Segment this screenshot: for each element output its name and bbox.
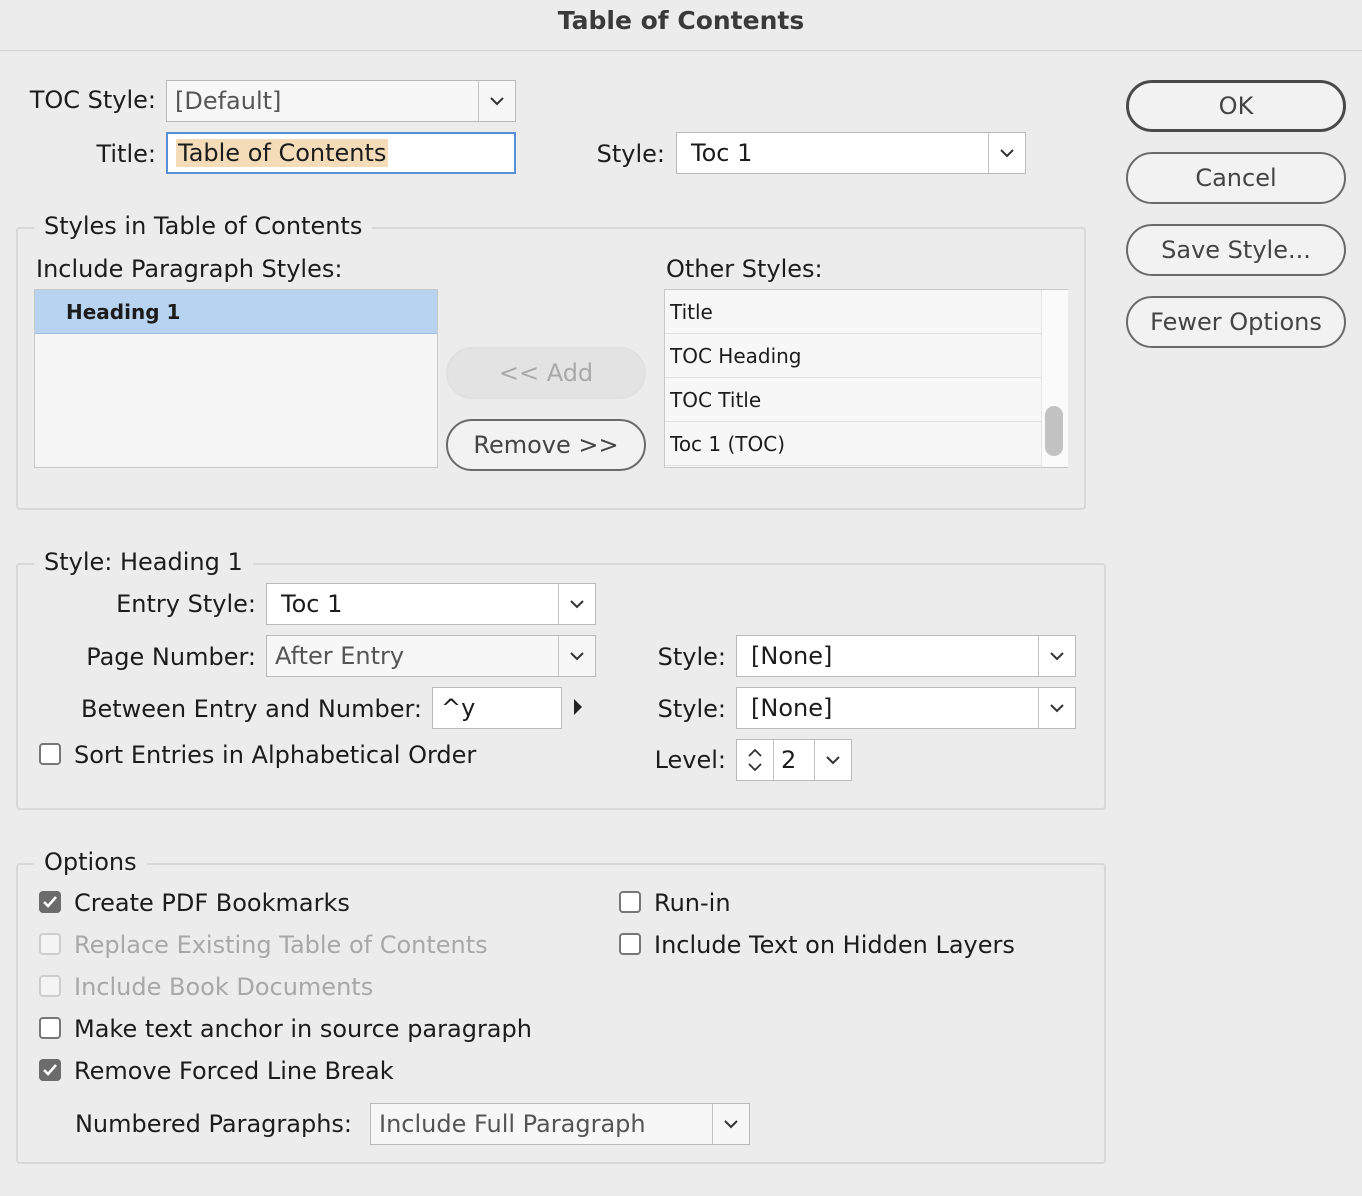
make-text-anchor-label: Make text anchor in source paragraph — [74, 1015, 532, 1043]
chevron-down-icon — [558, 636, 595, 676]
between-style-value: [None] — [751, 694, 833, 722]
include-book-documents-checkbox[interactable] — [39, 975, 61, 997]
toc-style-value: [Default] — [175, 87, 282, 115]
other-style-item-toc-1[interactable]: Toc 1 (TOC) — [665, 422, 1043, 466]
toc-style-label: TOC Style: — [29, 86, 156, 114]
page-number-style-label: Style: — [657, 643, 726, 671]
chevron-down-icon — [712, 1104, 749, 1144]
add-button[interactable]: << Add — [446, 347, 646, 399]
other-style-item-toc-title[interactable]: TOC Title — [665, 378, 1043, 422]
other-style-item-title[interactable]: Title — [665, 290, 1043, 334]
include-style-item-heading-1[interactable]: Heading 1 — [35, 290, 437, 334]
replace-existing-toc-label: Replace Existing Table of Contents — [74, 931, 488, 959]
chevron-down-icon — [988, 133, 1025, 173]
special-character-menu-icon[interactable] — [572, 698, 584, 720]
sort-alphabetical-label: Sort Entries in Alphabetical Order — [74, 741, 477, 769]
make-text-anchor-checkbox[interactable] — [39, 1017, 61, 1039]
chevron-down-icon — [814, 740, 851, 780]
include-hidden-layers-checkbox[interactable] — [619, 933, 641, 955]
stepper-arrows-icon[interactable] — [737, 740, 774, 780]
toc-style-dropdown[interactable]: [Default] — [166, 80, 516, 122]
title-style-value: Toc 1 — [691, 139, 753, 167]
title-style-label: Style: — [596, 140, 665, 168]
checkmark-icon — [43, 896, 57, 908]
styles-in-toc-legend: Styles in Table of Contents — [34, 212, 373, 240]
title-input-value: Table of Contents — [176, 139, 389, 167]
entry-style-value: Toc 1 — [281, 590, 343, 618]
numbered-paragraphs-value: Include Full Paragraph — [379, 1110, 646, 1138]
between-entry-number-label: Between Entry and Number: — [81, 695, 422, 723]
cancel-button[interactable]: Cancel — [1126, 152, 1346, 204]
other-styles-list[interactable]: Title TOC Heading TOC Title Toc 1 (TOC) — [664, 289, 1068, 468]
ok-button[interactable]: OK — [1126, 80, 1346, 132]
numbered-paragraphs-dropdown[interactable]: Include Full Paragraph — [370, 1103, 750, 1145]
checkmark-icon — [43, 1064, 57, 1076]
include-hidden-layers-label: Include Text on Hidden Layers — [654, 931, 1015, 959]
include-paragraph-styles-label: Include Paragraph Styles: — [36, 255, 343, 283]
fewer-options-button[interactable]: Fewer Options — [1126, 296, 1346, 348]
level-label: Level: — [654, 746, 726, 774]
page-number-label: Page Number: — [86, 643, 256, 671]
create-pdf-bookmarks-label: Create PDF Bookmarks — [74, 889, 350, 917]
entry-style-label: Entry Style: — [116, 590, 256, 618]
page-number-value: After Entry — [275, 642, 405, 670]
replace-existing-toc-checkbox[interactable] — [39, 933, 61, 955]
numbered-paragraphs-label: Numbered Paragraphs: — [74, 1110, 352, 1138]
run-in-label: Run-in — [654, 889, 731, 917]
title-style-dropdown[interactable]: Toc 1 — [676, 132, 1026, 174]
chevron-down-icon — [1038, 636, 1075, 676]
run-in-checkbox[interactable] — [619, 891, 641, 913]
remove-forced-line-break-checkbox[interactable] — [39, 1059, 61, 1081]
entry-style-dropdown[interactable]: Toc 1 — [266, 583, 596, 625]
remove-button[interactable]: Remove >> — [446, 419, 646, 471]
scrollbar-thumb[interactable] — [1045, 406, 1063, 456]
remove-forced-line-break-label: Remove Forced Line Break — [74, 1057, 394, 1085]
between-style-dropdown[interactable]: [None] — [736, 687, 1076, 729]
other-styles-label: Other Styles: — [666, 255, 823, 283]
page-number-dropdown[interactable]: After Entry — [266, 635, 596, 677]
include-styles-list[interactable]: Heading 1 — [34, 289, 438, 468]
options-legend: Options — [34, 848, 147, 876]
title-label: Title: — [96, 140, 156, 168]
level-stepper[interactable]: 2 — [736, 739, 852, 781]
window-title: Table of Contents — [0, 0, 1362, 51]
page-number-style-value: [None] — [751, 642, 833, 670]
between-style-label: Style: — [657, 695, 726, 723]
level-value: 2 — [781, 746, 797, 774]
title-input[interactable]: Table of Contents — [166, 132, 516, 174]
style-heading-legend: Style: Heading 1 — [34, 548, 253, 576]
chevron-down-icon — [558, 584, 595, 624]
create-pdf-bookmarks-checkbox[interactable] — [39, 891, 61, 913]
between-entry-number-input[interactable]: ^y — [432, 687, 562, 729]
other-style-item-toc-heading[interactable]: TOC Heading — [665, 334, 1043, 378]
other-styles-scrollbar[interactable] — [1041, 290, 1068, 467]
chevron-down-icon — [1038, 688, 1075, 728]
save-style-button[interactable]: Save Style... — [1126, 224, 1346, 276]
chevron-down-icon — [478, 81, 515, 121]
sort-alphabetical-checkbox[interactable] — [39, 743, 61, 765]
page-number-style-dropdown[interactable]: [None] — [736, 635, 1076, 677]
include-book-documents-label: Include Book Documents — [74, 973, 374, 1001]
